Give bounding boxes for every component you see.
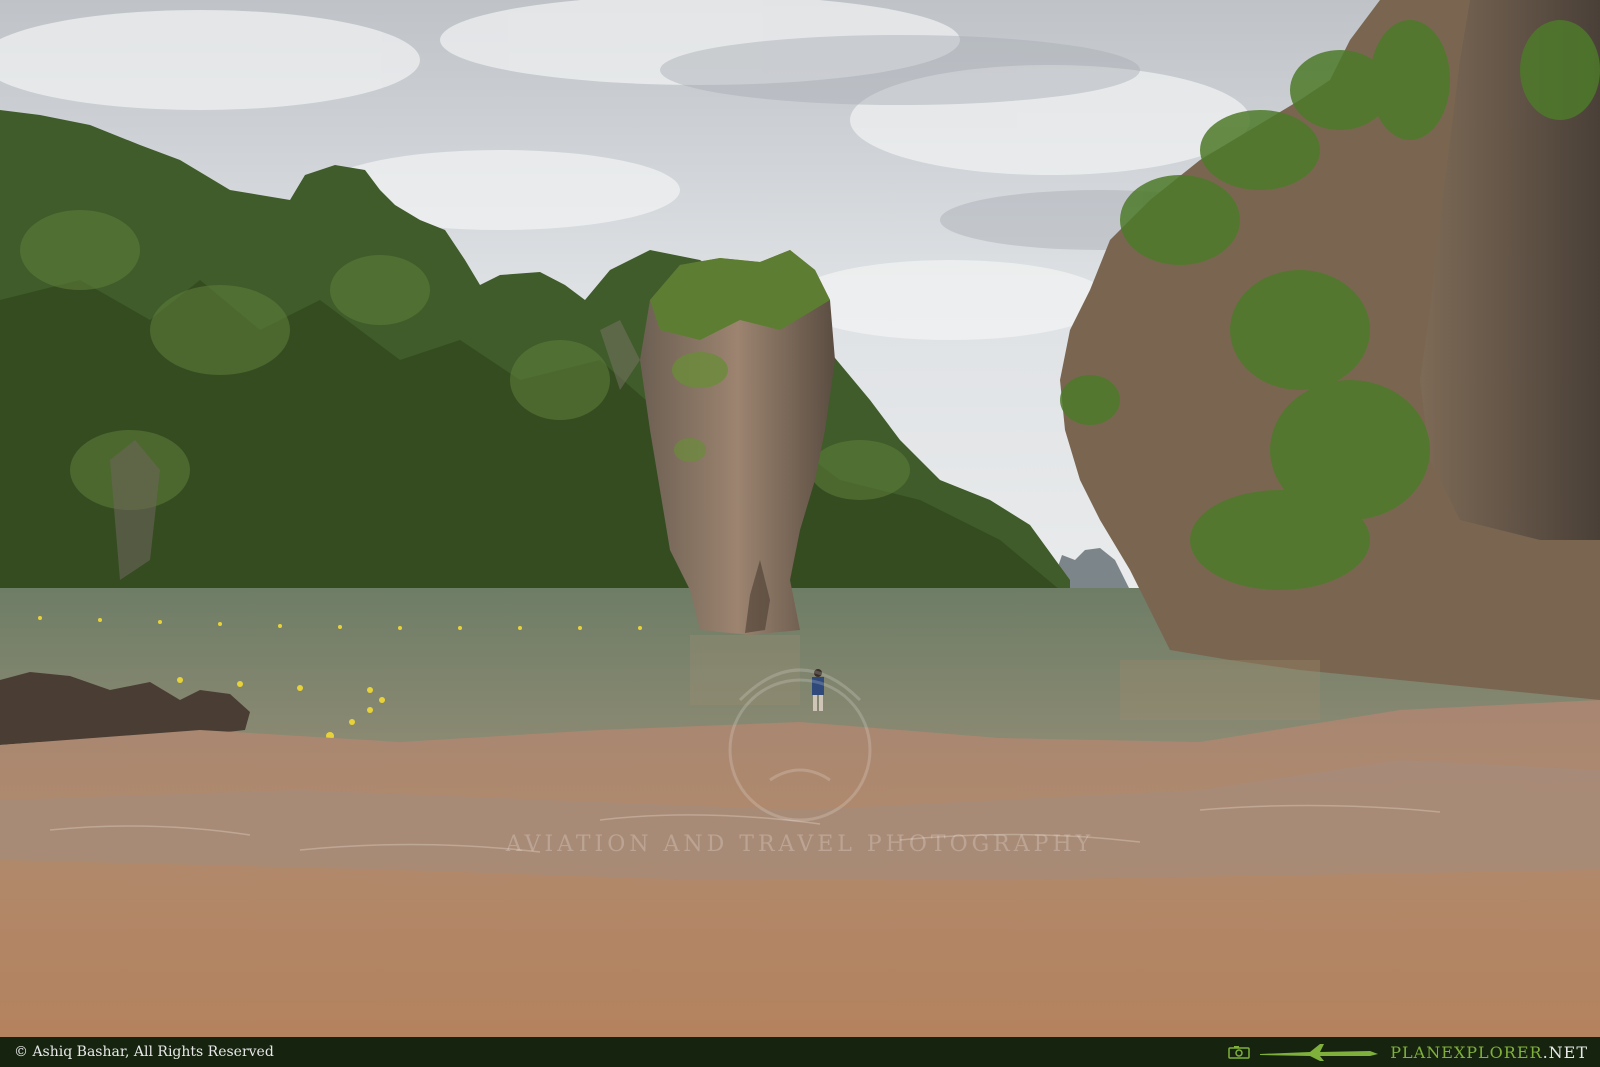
- landscape-scene: [0, 0, 1600, 1037]
- brand-main: PLANEXPLORER: [1390, 1042, 1543, 1062]
- brand-tld: .NET: [1542, 1042, 1588, 1062]
- camera-icon: [1228, 1046, 1251, 1059]
- landscape-photo: AVIATION AND TRAVEL PHOTOGRAPHY: [0, 0, 1600, 1037]
- photo-footer: © Ashiq Bashar, All Rights Reserved PLAN…: [0, 1037, 1600, 1067]
- plane-icon: [1260, 1044, 1379, 1061]
- watermark-text: AVIATION AND TRAVEL PHOTOGRAPHY: [505, 832, 1095, 857]
- brand-logo[interactable]: PLANEXPLORER.NET: [1228, 1042, 1588, 1062]
- brand-name: PLANEXPLORER.NET: [1390, 1043, 1588, 1062]
- copyright-notice: © Ashiq Bashar, All Rights Reserved: [14, 1044, 274, 1060]
